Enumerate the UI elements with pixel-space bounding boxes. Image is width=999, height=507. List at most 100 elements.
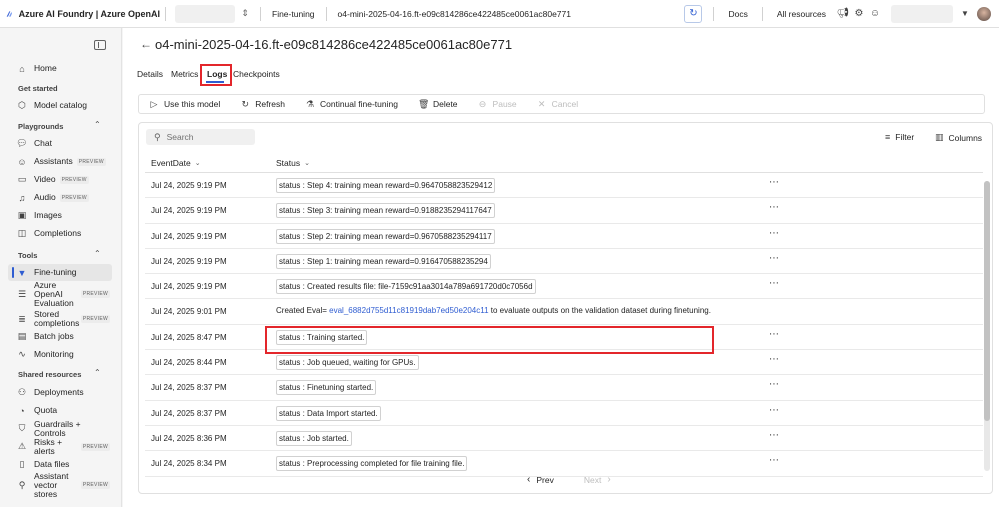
more-options-icon[interactable]: ⋯ — [769, 228, 780, 239]
sidebar-item-deployments[interactable]: ⚇ Deployments — [8, 384, 112, 401]
more-options-icon[interactable]: ⋯ — [769, 329, 780, 340]
alert-icon: ⚠ — [17, 441, 27, 451]
collapse-sidebar-icon[interactable] — [94, 40, 106, 50]
eval-link[interactable]: eval_6882d755d11c81919dab7ed50e204c11 — [329, 306, 488, 315]
more-options-icon[interactable]: ⋯ — [769, 253, 780, 264]
evaluation-icon: ☰ — [17, 288, 27, 299]
main-content: ← o4-mini-2025-04-16.ft-e09c814286ce4224… — [123, 28, 999, 507]
table-row[interactable]: Jul 24, 2025 8:34 PM status : Preprocess… — [145, 451, 983, 477]
columns-button[interactable]: ▥ Columns — [935, 132, 982, 143]
sidebar-item-vector-stores[interactable]: ⚲ Assistant vector stores PREVIEW — [8, 471, 112, 498]
event-date: Jul 24, 2025 8:36 PM — [151, 433, 227, 443]
more-options-icon[interactable]: ⋯ — [769, 202, 780, 213]
status-cell: status : Training started. — [276, 329, 368, 345]
sidebar-item-aoai-evaluation[interactable]: ☰ Azure OpenAI Evaluation PREVIEW — [8, 280, 112, 307]
preview-badge: PREVIEW — [80, 290, 110, 298]
event-date: Jul 24, 2025 9:19 PM — [151, 282, 227, 292]
sidebar-item-risks-alerts[interactable]: ⚠ Risks + alerts PREVIEW — [8, 437, 112, 455]
continual-fine-tuning-button[interactable]: ⚗ Continual fine-tuning — [295, 99, 408, 110]
sidebar-item-audio[interactable]: ♫ Audio PREVIEW — [8, 189, 112, 206]
tab-metrics[interactable]: Metrics — [171, 69, 198, 79]
sidebar-item-monitoring[interactable]: ∿ Monitoring — [8, 346, 112, 363]
delete-button[interactable]: 🗑︎ Delete — [408, 99, 468, 110]
megaphone-icon[interactable]: 📢︎ — [835, 8, 851, 19]
table-row[interactable]: Jul 24, 2025 9:19 PM status : Step 4: tr… — [145, 173, 983, 199]
more-options-icon[interactable]: ⋯ — [769, 430, 780, 441]
more-options-icon[interactable]: ⋯ — [769, 354, 780, 365]
chevron-up-icon[interactable]: ⌃ — [94, 249, 101, 258]
sidebar-item-chat[interactable]: 💬︎ Chat — [8, 135, 112, 152]
fine-tuning-icon: ▼ — [17, 267, 27, 278]
more-options-icon[interactable]: ⋯ — [769, 455, 780, 466]
tab-checkpoints[interactable]: Checkpoints — [233, 69, 280, 79]
sidebar-item-batch-jobs[interactable]: ▤ Batch jobs — [8, 328, 112, 345]
sidebar-item-fine-tuning[interactable]: ▼ Fine-tuning — [8, 264, 112, 281]
search-icon: ⚲ — [154, 131, 161, 142]
docs-link[interactable]: Docs — [719, 9, 756, 19]
sidebar-item-video[interactable]: ▭ Video PREVIEW — [8, 171, 112, 188]
more-options-icon[interactable]: ⋯ — [769, 379, 780, 390]
pause-icon: ⊖ — [478, 98, 487, 109]
cancel-button[interactable]: ✕ Cancel — [527, 99, 588, 110]
use-model-button[interactable]: ▷ Use this model — [139, 99, 230, 110]
search-input[interactable] — [166, 132, 247, 142]
user-account[interactable] — [891, 4, 953, 23]
search-box[interactable]: ⚲ — [146, 129, 255, 145]
scrollbar-thumb[interactable] — [984, 181, 990, 421]
status-cell: status : Finetuning started. — [276, 380, 377, 396]
more-options-icon[interactable]: ⋯ — [769, 177, 780, 188]
avatar[interactable] — [977, 6, 991, 21]
sidebar-item-label: Quota — [34, 405, 58, 415]
column-header-status[interactable]: Status ⌄ — [276, 158, 310, 168]
column-header-eventdate[interactable]: EventDate ⌄ — [151, 158, 201, 168]
sidebar-item-quota[interactable]: ◔ Quota — [8, 402, 112, 419]
event-date: Jul 24, 2025 9:19 PM — [151, 206, 227, 216]
scrollbar[interactable] — [984, 181, 990, 471]
sidebar-item-assistants[interactable]: ☺ Assistants PREVIEW — [8, 153, 112, 170]
chevron-updown-icon[interactable]: ⇕ — [235, 8, 255, 19]
gear-icon[interactable]: ⚙ — [851, 8, 867, 19]
breadcrumb-fine-tuning[interactable]: Fine-tuning — [266, 9, 321, 19]
sidebar-item-images[interactable]: ▣ Images — [8, 207, 112, 224]
pause-button[interactable]: ⊖ Pause — [468, 99, 527, 110]
more-options-icon[interactable]: ⋯ — [769, 405, 780, 416]
table-row[interactable]: Jul 24, 2025 9:19 PM status : Step 3: tr… — [145, 198, 983, 224]
chevron-down-icon[interactable]: ▼ — [957, 9, 973, 18]
app-title: Azure AI Foundry | Azure OpenAI — [18, 8, 160, 19]
table-row[interactable]: Jul 24, 2025 8:47 PM status : Training s… — [145, 325, 983, 351]
app-logo[interactable]: Azure AI Foundry | Azure OpenAI — [0, 9, 160, 19]
copilot-button[interactable]: ↻ — [684, 4, 703, 23]
chevron-down-icon: ⌄ — [304, 160, 310, 167]
table-row[interactable]: Jul 24, 2025 9:19 PM status : Step 1: tr… — [145, 249, 983, 275]
prev-button[interactable]: ‹ Prev — [521, 474, 554, 485]
chevron-up-icon[interactable]: ⌃ — [94, 368, 101, 377]
home-icon: ⌂ — [19, 63, 25, 74]
sidebar-item-home[interactable]: ⌂ Home — [8, 60, 112, 77]
status-cell: status : Step 4: training mean reward=0.… — [276, 178, 496, 193]
table-row[interactable]: Jul 24, 2025 9:19 PM status : Created re… — [145, 274, 983, 300]
table-row[interactable]: Jul 24, 2025 8:37 PM status : Finetuning… — [145, 375, 983, 401]
table-row[interactable]: Jul 24, 2025 8:44 PM status : Job queued… — [145, 350, 983, 376]
sidebar-item-label: Data files — [34, 459, 70, 469]
sidebar-item-label: Deployments — [34, 387, 84, 397]
smiley-icon[interactable]: ☺ — [867, 8, 883, 19]
back-arrow-icon[interactable]: ← — [140, 37, 152, 51]
sidebar-item-stored-completions[interactable]: ≣ Stored completions PREVIEW — [8, 308, 112, 330]
sidebar-item-model-catalog[interactable]: ⬡ Model catalog — [8, 97, 112, 114]
table-row[interactable]: Jul 24, 2025 9:19 PM status : Step 2: tr… — [145, 224, 983, 249]
project-picker[interactable] — [175, 4, 235, 23]
all-resources-link[interactable]: All resources — [768, 9, 835, 19]
more-options-icon[interactable]: ⋯ — [769, 278, 780, 289]
table-row[interactable]: Jul 24, 2025 8:36 PM status : Job starte… — [145, 426, 983, 452]
chevron-up-icon[interactable]: ⌃ — [94, 120, 101, 129]
toolbar: ▷ Use this model ↻ Refresh ⚗ Continual f… — [138, 94, 985, 114]
sidebar-item-guardrails[interactable]: ⛉ Guardrails + Controls — [8, 419, 112, 437]
table-row[interactable]: Jul 24, 2025 8:37 PM status : Data Impor… — [145, 401, 983, 426]
next-button[interactable]: Next › — [584, 474, 617, 485]
filter-button[interactable]: ≡ Filter — [885, 132, 914, 142]
sidebar-item-completions[interactable]: ◫ Completions — [8, 225, 112, 242]
refresh-button[interactable]: ↻ Refresh — [230, 99, 295, 110]
table-row[interactable]: Jul 24, 2025 9:01 PM Created Eval= eval_… — [145, 299, 983, 325]
tab-details[interactable]: Details — [137, 69, 163, 79]
chevron-left-icon: ‹ — [527, 474, 531, 485]
